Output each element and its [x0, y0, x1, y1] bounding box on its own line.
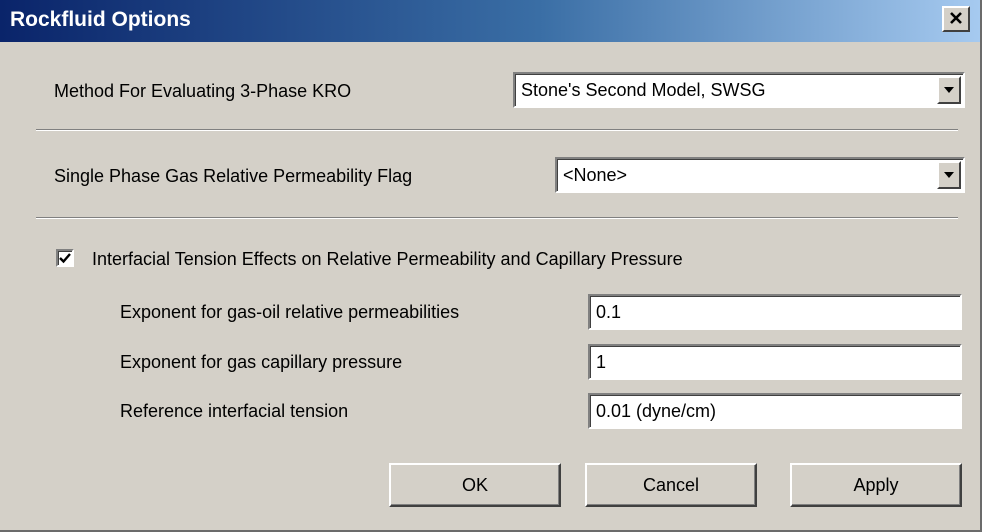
title-bar[interactable]: Rockfluid Options: [0, 0, 980, 42]
gas-flag-dropdown[interactable]: <None>: [555, 157, 965, 193]
gas-oil-exponent-field[interactable]: 0.1: [588, 294, 962, 330]
gas-flag-value: <None>: [563, 165, 628, 185]
kro-method-dropdown-arrow[interactable]: [937, 76, 961, 104]
checkmark-icon: [59, 253, 71, 264]
ift-checkbox-label[interactable]: Interfacial Tension Effects on Relative …: [92, 249, 683, 270]
window-title: Rockfluid Options: [10, 8, 191, 31]
gas-oil-exponent-label: Exponent for gas-oil relative permeabili…: [120, 302, 460, 322]
ift-checkbox[interactable]: [56, 249, 74, 267]
close-button[interactable]: [942, 6, 970, 32]
kro-method-dropdown[interactable]: Stone's Second Model, SWSG: [513, 72, 965, 108]
gas-capillary-exponent-label: Exponent for gas capillary pressure: [120, 352, 403, 372]
gas-flag-dropdown-arrow[interactable]: [937, 161, 961, 189]
kro-method-label: Method For Evaluating 3-Phase KRO: [54, 81, 352, 101]
reference-tension-label: Reference interfacial tension: [120, 401, 349, 421]
gas-capillary-exponent-field[interactable]: 1: [588, 344, 962, 380]
reference-tension-field[interactable]: 0.01 (dyne/cm): [588, 393, 962, 429]
separator-1: [36, 129, 958, 131]
gas-oil-exponent-value: 0.1: [596, 302, 622, 322]
kro-method-value: Stone's Second Model, SWSG: [521, 80, 766, 100]
cancel-button[interactable]: Cancel: [585, 463, 757, 507]
gas-flag-label: Single Phase Gas Relative Permeability F…: [54, 166, 413, 186]
apply-button[interactable]: Apply: [790, 463, 962, 507]
reference-tension-value: 0.01 (dyne/cm): [596, 401, 717, 421]
rockfluid-options-dialog: Rockfluid Options Method For Evaluating …: [0, 0, 982, 532]
close-icon: [949, 9, 963, 29]
separator-2: [36, 217, 958, 219]
gas-capillary-exponent-value: 1: [596, 352, 607, 372]
ok-button[interactable]: OK: [389, 463, 561, 507]
